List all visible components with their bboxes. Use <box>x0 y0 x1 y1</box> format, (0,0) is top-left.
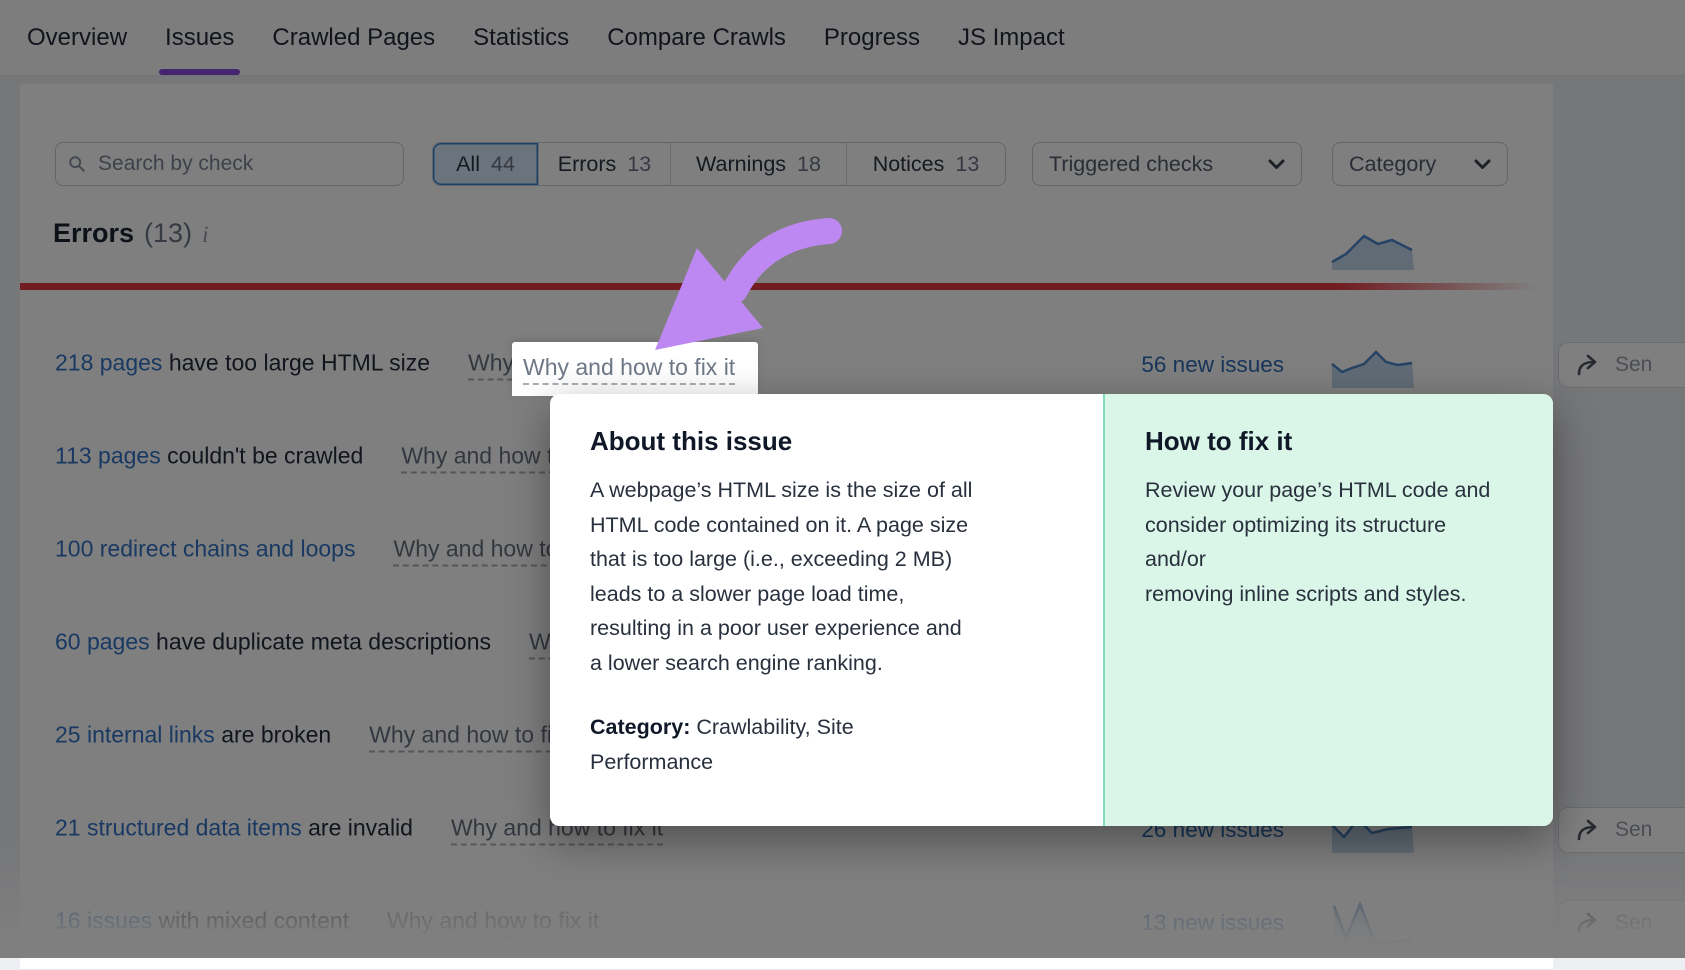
why-how-fix-trigger[interactable]: Why and how to fix it <box>512 342 758 396</box>
issue-category: Category: Crawlability, Site Performance <box>590 710 1063 779</box>
about-issue-title: About this issue <box>590 426 1063 457</box>
how-to-fix-panel: How to fix it Review your page’s HTML co… <box>1103 394 1553 826</box>
about-issue-panel: About this issue A webpage’s HTML size i… <box>550 394 1103 826</box>
how-to-fix-body: Review your page’s HTML code and conside… <box>1145 473 1513 611</box>
about-issue-body: A webpage’s HTML size is the size of all… <box>590 473 1063 680</box>
how-to-fix-title: How to fix it <box>1145 426 1513 457</box>
issue-info-popup: About this issue A webpage’s HTML size i… <box>550 394 1553 826</box>
category-label: Category: <box>590 715 690 739</box>
why-how-fix-trigger-label: Why and how to fix it <box>523 354 735 385</box>
